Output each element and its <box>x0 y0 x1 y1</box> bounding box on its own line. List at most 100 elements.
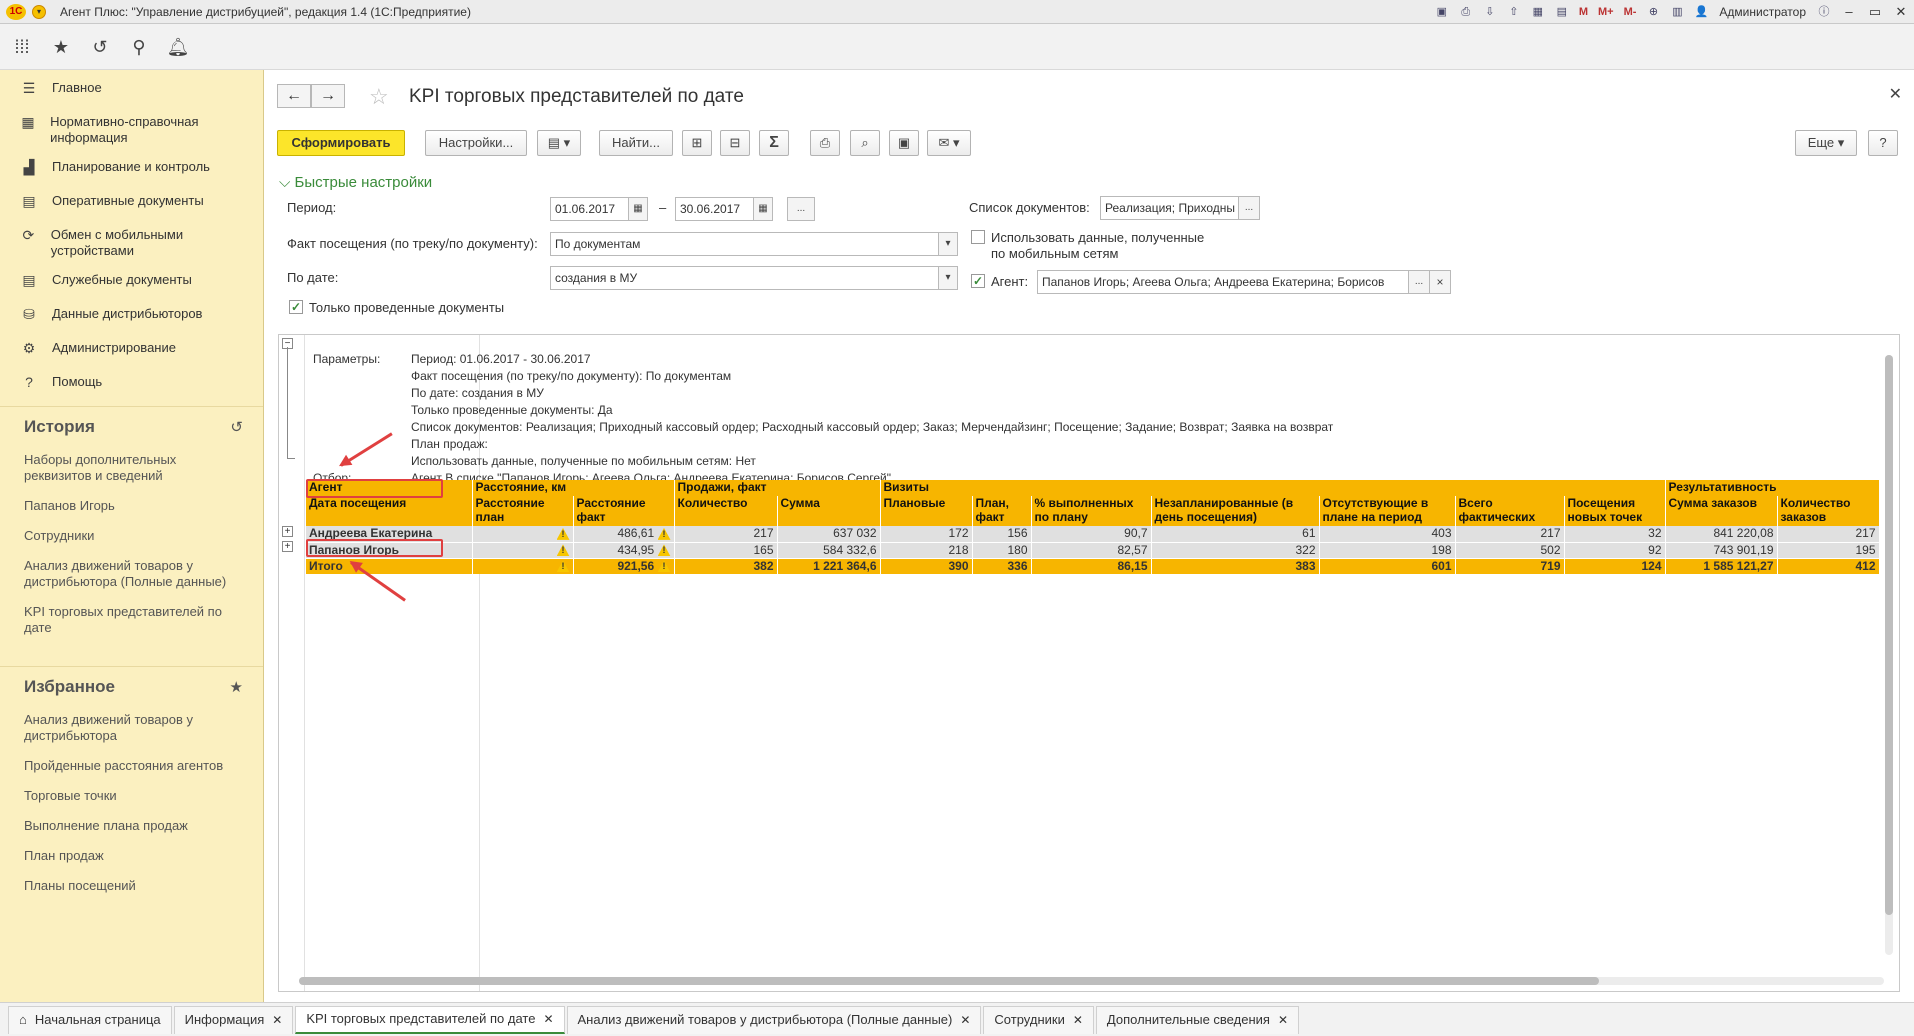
print-icon[interactable]: ⎙ <box>810 130 840 156</box>
new-points-cell[interactable]: 92 <box>1564 542 1666 559</box>
doc-list-select-button[interactable]: ... <box>1238 196 1260 220</box>
period-to-input[interactable]: 30.06.2017 <box>675 197 759 221</box>
help-button[interactable]: ? <box>1868 130 1898 156</box>
dist-fact-cell[interactable]: 921,56 ! <box>573 558 675 574</box>
vertical-scrollbar[interactable] <box>1885 355 1893 955</box>
close-icon[interactable]: ✕ <box>543 1006 553 1032</box>
tab-information[interactable]: Информация ✕ <box>173 1005 294 1034</box>
sidebar-item-help[interactable]: ? Помощь <box>0 368 263 402</box>
sum-cell[interactable]: 637 032 <box>777 526 881 543</box>
minimize-button[interactable]: – <box>1836 3 1862 21</box>
unplanned-cell[interactable]: 322 <box>1151 542 1320 559</box>
unplanned-cell[interactable]: 383 <box>1151 558 1320 574</box>
info-icon[interactable]: ⓘ <box>1815 4 1833 20</box>
planned-cell[interactable]: 172 <box>880 526 973 543</box>
variant-dropdown-icon[interactable]: ▤ ▾ <box>537 130 581 156</box>
report-spreadsheet[interactable]: − Параметры: Период: 01.06.2017 - 30.06.… <box>278 334 1900 992</box>
close-form-icon[interactable]: ✕ <box>1889 84 1902 104</box>
print-icon[interactable]: ⎙ <box>1457 4 1475 20</box>
unplanned-cell[interactable]: 61 <box>1151 526 1320 543</box>
tab-home[interactable]: ⌂ Начальная страница <box>8 1005 172 1034</box>
favorite-link[interactable]: Анализ движений товаров у дистрибьютора <box>0 706 263 752</box>
sidebar-item-planning[interactable]: ▟ Планирование и контроль <box>0 153 263 187</box>
history-link[interactable]: Наборы дополнительных реквизитов и сведе… <box>0 446 263 492</box>
sidebar-item-reference[interactable]: ▦ Нормативно-справочная информация <box>0 108 263 153</box>
total-cell[interactable]: 719 <box>1455 558 1565 574</box>
plan-fact-cell[interactable]: 180 <box>972 542 1032 559</box>
search-icon[interactable]: ⚲ <box>122 32 156 62</box>
table-icon[interactable]: ▦ <box>1529 4 1547 20</box>
calendar-icon[interactable]: ▤ <box>1553 4 1571 20</box>
period-from-input[interactable]: 01.06.2017 <box>550 197 634 221</box>
favorite-link[interactable]: Выполнение плана продаж <box>0 812 263 842</box>
bell-icon[interactable]: 🔔︎ <box>161 32 195 62</box>
sidebar-item-main[interactable]: ☰ Главное <box>0 74 263 108</box>
history-icon[interactable]: ↺ <box>83 32 117 62</box>
history-icon[interactable]: ↺ <box>230 418 243 436</box>
memory-minus-button[interactable]: M- <box>1622 4 1639 20</box>
by-date-select[interactable]: создания в МУ <box>550 266 942 290</box>
period-select-button[interactable]: ... <box>787 197 815 221</box>
tab-goods-analysis[interactable]: Анализ движений товаров у дистрибьютора … <box>566 1005 982 1034</box>
zoom-icon[interactable]: ⊕ <box>1644 4 1662 20</box>
sidebar-item-administration[interactable]: ⚙ Администрирование <box>0 334 263 368</box>
calendar-icon[interactable]: ▦ <box>628 197 648 221</box>
history-link[interactable]: Сотрудники <box>0 522 263 552</box>
horizontal-scroll-thumb[interactable] <box>299 977 1599 985</box>
favorite-link[interactable]: Торговые точки <box>0 782 263 812</box>
order-qty-cell[interactable]: 217 <box>1777 526 1880 543</box>
generate-button[interactable]: Сформировать <box>277 130 405 156</box>
sidebar-item-mobile-exchange[interactable]: ⟳ Обмен с мобильными устройствами <box>0 221 263 266</box>
quick-settings-toggle[interactable]: ⌵ Быстрые настройки <box>279 174 432 191</box>
apps-grid-icon[interactable]: ⁞⁞⁞ <box>5 32 39 62</box>
absent-cell[interactable]: 198 <box>1319 542 1456 559</box>
order-qty-cell[interactable]: 195 <box>1777 542 1880 559</box>
maximize-button[interactable]: ▭ <box>1862 3 1888 21</box>
absent-cell[interactable]: 403 <box>1319 526 1456 543</box>
sum-cell[interactable]: 584 332,6 <box>777 542 881 559</box>
order-sum-cell[interactable]: 1 585 121,27 <box>1665 558 1778 574</box>
preview-icon[interactable]: ⌕ <box>850 130 880 156</box>
close-icon[interactable]: ✕ <box>1073 1007 1083 1033</box>
save-icon[interactable]: ▣ <box>1433 4 1451 20</box>
dist-plan-cell[interactable]: ! <box>472 526 574 543</box>
table-row[interactable]: Папанов Игорь ! 434,95 ! 165 584 332,6 2… <box>306 542 1880 559</box>
pct-cell[interactable]: 86,15 <box>1031 558 1152 574</box>
favorite-link[interactable]: Планы посещений <box>0 872 263 902</box>
qty-cell[interactable]: 217 <box>674 526 778 543</box>
sidebar-item-operative-docs[interactable]: ▤ Оперативные документы <box>0 187 263 221</box>
chevron-down-icon[interactable]: ▾ <box>938 266 958 290</box>
close-icon[interactable]: ✕ <box>1278 1007 1288 1033</box>
total-row[interactable]: Итого ! 921,56 ! 382 1 221 364,6 390 336… <box>306 558 1880 574</box>
find-button[interactable]: Найти... <box>599 130 673 156</box>
calendar-icon[interactable]: ▦ <box>753 197 773 221</box>
table-row[interactable]: Андреева Екатерина ! 486,61 ! 217 637 03… <box>306 526 1880 543</box>
expand-icon[interactable]: ⊞ <box>682 130 712 156</box>
history-link[interactable]: KPI торговых представителей по дате <box>0 598 263 644</box>
memory-button[interactable]: M <box>1577 4 1590 20</box>
planned-cell[interactable]: 218 <box>880 542 973 559</box>
use-mobile-checkbox[interactable] <box>971 230 985 244</box>
email-icon[interactable]: ✉ ▾ <box>927 130 971 156</box>
close-icon[interactable]: ✕ <box>960 1007 970 1033</box>
star-icon[interactable]: ★ <box>230 678 243 696</box>
save-icon[interactable]: ▣ <box>889 130 919 156</box>
plan-fact-cell[interactable]: 336 <box>972 558 1032 574</box>
download-icon[interactable]: ⇩ <box>1481 4 1499 20</box>
agent-select-button[interactable]: ... <box>1408 270 1430 294</box>
sum-cell[interactable]: 1 221 364,6 <box>777 558 881 574</box>
close-window-button[interactable]: ✕ <box>1888 3 1914 21</box>
favorite-star-icon[interactable]: ☆ <box>369 84 389 110</box>
order-sum-cell[interactable]: 841 220,08 <box>1665 526 1778 543</box>
memory-plus-button[interactable]: M+ <box>1596 4 1616 20</box>
favorite-link[interactable]: Пройденные расстояния агентов <box>0 752 263 782</box>
visit-fact-select[interactable]: По документам <box>550 232 942 256</box>
sidebar-item-service-docs[interactable]: ▤ Служебные документы <box>0 266 263 300</box>
chevron-down-icon[interactable]: ▾ <box>938 232 958 256</box>
favorite-link[interactable]: План продаж <box>0 842 263 872</box>
pct-cell[interactable]: 90,7 <box>1031 526 1152 543</box>
agent-checkbox[interactable]: ✓ <box>971 274 985 288</box>
expand-row-icon[interactable]: + <box>282 541 293 552</box>
order-sum-cell[interactable]: 743 901,19 <box>1665 542 1778 559</box>
qty-cell[interactable]: 165 <box>674 542 778 559</box>
